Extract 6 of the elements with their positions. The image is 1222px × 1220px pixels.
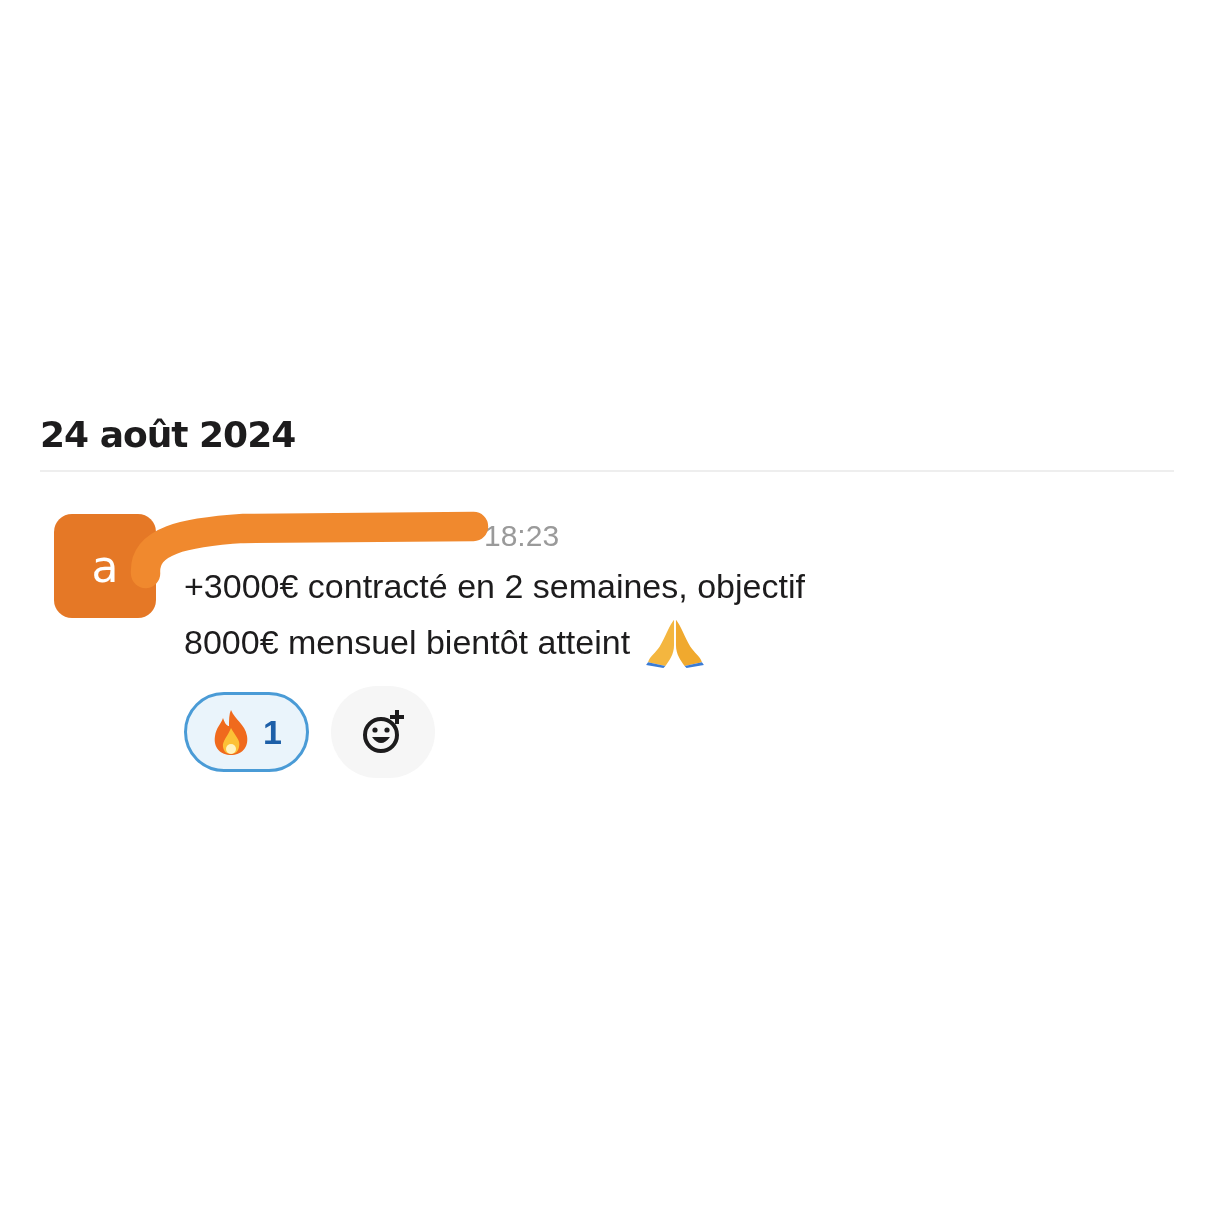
timestamp[interactable]: 18:23 — [484, 519, 560, 553]
avatar[interactable]: a — [54, 514, 156, 618]
reaction-pill[interactable]: 1 — [184, 692, 309, 772]
date-heading: 24 août 2024 — [40, 413, 296, 457]
message-line: +3000€ contracté en 2 semaines, objectif — [184, 566, 805, 607]
message-line: 8000€ mensuel bientôt atteint — [184, 622, 631, 663]
